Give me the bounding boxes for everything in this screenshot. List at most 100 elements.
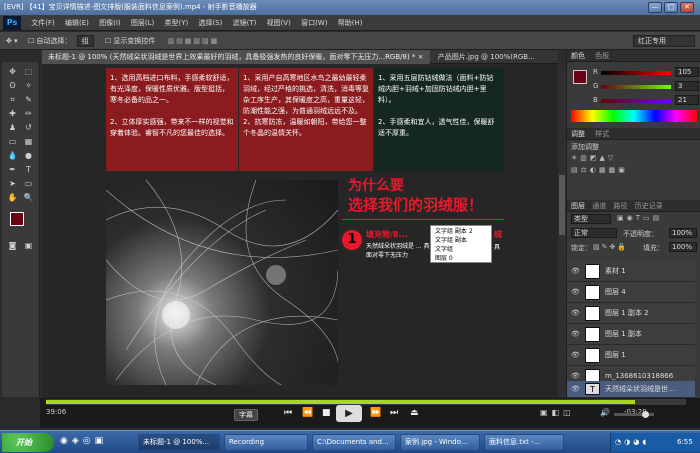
- history-brush-icon[interactable]: ↺: [22, 122, 35, 134]
- brush-tool-icon[interactable]: ✏: [22, 108, 35, 120]
- blue-value-field[interactable]: 21: [675, 95, 699, 105]
- taskbar-item-notepad[interactable]: 面料信息.txt -...: [484, 434, 564, 451]
- canvas-vertical-scrollbar[interactable]: [558, 65, 566, 398]
- minimize-button[interactable]: —: [648, 2, 662, 13]
- layer-row-selected[interactable]: 👁 T 天然绒朵状羽绒是世...: [567, 381, 695, 398]
- tab-product-image[interactable]: 产品图片.jpg @ 100%(RGB...: [432, 50, 541, 64]
- tab-paths[interactable]: 路径: [613, 202, 627, 210]
- quick-mask-icon[interactable]: ◙: [6, 240, 19, 252]
- start-button[interactable]: 开始: [2, 433, 54, 452]
- eject-icon[interactable]: ⏏: [410, 408, 419, 418]
- pen-tool-icon[interactable]: ✒: [6, 164, 19, 176]
- gradient-tool-icon[interactable]: ▦: [22, 136, 35, 148]
- red-slider[interactable]: [601, 71, 671, 75]
- menu-file[interactable]: 文件(F): [31, 15, 55, 31]
- hand-tool-icon[interactable]: ✋: [6, 192, 19, 204]
- lasso-tool-icon[interactable]: ʘ: [6, 80, 19, 92]
- foreground-color-swatch[interactable]: [10, 212, 24, 226]
- crop-tool-icon[interactable]: ⌗: [6, 94, 19, 106]
- menu-select[interactable]: 选择(S): [198, 15, 222, 31]
- menu-window[interactable]: 窗口(W): [301, 15, 327, 31]
- volume-knob[interactable]: [642, 411, 649, 418]
- marquee-tool-icon[interactable]: ⬚: [22, 66, 35, 78]
- eraser-tool-icon[interactable]: ▭: [6, 136, 19, 148]
- layer-row[interactable]: 👁 图层 1 副本 2: [567, 303, 695, 324]
- play-button-icon[interactable]: ▶: [336, 405, 362, 422]
- menu-image[interactable]: 图像(I): [99, 15, 121, 31]
- auto-select-dropdown[interactable]: 组: [76, 35, 94, 47]
- green-slider[interactable]: [601, 85, 671, 89]
- tab-channels[interactable]: 通道: [592, 202, 606, 210]
- workspace-dropdown[interactable]: 红正专用: [633, 35, 695, 47]
- visibility-eye-icon[interactable]: 👁: [571, 345, 580, 366]
- next-icon[interactable]: ⏭: [390, 408, 398, 418]
- tab-layers[interactable]: 图层: [571, 202, 585, 210]
- menu-help[interactable]: 帮助(H): [338, 15, 363, 31]
- quick-launch-icons[interactable]: ◉◈◎▣: [60, 436, 107, 446]
- menu-type[interactable]: 类型(Y): [164, 15, 188, 31]
- visibility-eye-icon[interactable]: 👁: [571, 303, 580, 324]
- move-tool-icon[interactable]: ✥: [6, 66, 19, 78]
- tab-untitled-1[interactable]: 未标题-1 @ 100% (天然绒朵状羽绒是世界上效果最好的羽绒，具备极强发热的…: [42, 50, 430, 64]
- maximize-button[interactable]: □: [664, 2, 678, 13]
- type-tool-icon[interactable]: T: [22, 164, 35, 176]
- scrollbar-thumb[interactable]: [559, 175, 565, 235]
- seek-bar[interactable]: [46, 399, 686, 405]
- shape-tool-icon[interactable]: ▭: [22, 178, 35, 190]
- blend-mode-dropdown[interactable]: 正常: [571, 228, 617, 238]
- visibility-eye-icon[interactable]: 👁: [571, 282, 580, 303]
- color-preview-swatch[interactable]: [573, 70, 587, 84]
- menu-layer[interactable]: 图层(L): [131, 15, 154, 31]
- close-button[interactable]: ✕: [680, 2, 694, 13]
- taskbar-item-explorer[interactable]: C:\Documents and...: [312, 434, 396, 451]
- opacity-field[interactable]: 100%: [669, 228, 697, 238]
- green-value-field[interactable]: 3: [675, 81, 699, 91]
- tab-color[interactable]: 颜色: [571, 52, 585, 60]
- menu-edit[interactable]: 编辑(E): [65, 15, 89, 31]
- tab-adjustments[interactable]: 调整: [571, 130, 585, 138]
- color-spectrum-bar[interactable]: [571, 110, 697, 122]
- prev-icon[interactable]: ⏮: [284, 408, 292, 418]
- blur-tool-icon[interactable]: 💧: [6, 150, 19, 162]
- forward-icon[interactable]: ⏩: [370, 408, 381, 418]
- context-item-text-group[interactable]: 文字组: [435, 245, 487, 254]
- layer-row[interactable]: 👁 图层 1: [567, 345, 695, 366]
- taskbar-item-photoshop[interactable]: 未标题-1 @ 100%...: [138, 434, 220, 451]
- adjustment-icons-row-1[interactable]: ☀▥◩▲▽: [571, 154, 616, 162]
- red-value-field[interactable]: 105: [675, 67, 699, 77]
- auto-select-checkbox[interactable]: ☐: [28, 37, 34, 45]
- eyedropper-icon[interactable]: ✎: [22, 94, 35, 106]
- align-icons[interactable]: ▥▤▦▧▨▩: [168, 37, 220, 45]
- dodge-tool-icon[interactable]: ●: [22, 150, 35, 162]
- subtitle-button[interactable]: 字幕: [234, 409, 258, 421]
- layer-row[interactable]: 👁 图层 4: [567, 282, 695, 303]
- stamp-tool-icon[interactable]: ♟: [6, 122, 19, 134]
- taskbar-item-image-viewer[interactable]: 案例.jpg - Windo...: [400, 434, 480, 451]
- show-transform-checkbox[interactable]: ☐: [105, 37, 111, 45]
- fill-field[interactable]: 100%: [669, 242, 697, 252]
- stop-icon[interactable]: ■: [322, 408, 331, 418]
- context-item-text-group-copy[interactable]: 文字组 副本: [435, 236, 487, 245]
- layer-filter-dropdown[interactable]: 类型: [571, 214, 611, 224]
- tab-styles[interactable]: 样式: [595, 130, 609, 138]
- lock-icons[interactable]: ▨✎✥🔒: [593, 243, 628, 251]
- rewind-icon[interactable]: ⏪: [302, 408, 313, 418]
- player-tool-icons[interactable]: ▣◧◫: [540, 408, 575, 417]
- visibility-eye-icon[interactable]: 👁: [571, 381, 580, 398]
- volume-icon[interactable]: 🔊: [600, 408, 610, 417]
- healing-brush-icon[interactable]: ✚: [6, 108, 19, 120]
- menu-view[interactable]: 视图(V): [267, 15, 291, 31]
- layer-row[interactable]: 👁 素材 1: [567, 261, 695, 282]
- zoom-tool-icon[interactable]: 🔍: [22, 192, 35, 204]
- tab-history[interactable]: 历史记录: [635, 202, 663, 210]
- magic-wand-icon[interactable]: ✧: [22, 80, 35, 92]
- visibility-eye-icon[interactable]: 👁: [571, 324, 580, 345]
- move-tool-icon[interactable]: ✥ ▾: [6, 37, 18, 45]
- context-item-text-group-copy-2[interactable]: 文字组 副本 2: [435, 227, 487, 236]
- blue-slider[interactable]: [601, 99, 671, 103]
- layer-filter-icons[interactable]: ▣◉T▭▤: [617, 214, 662, 222]
- menu-filter[interactable]: 滤镜(T): [233, 15, 257, 31]
- visibility-eye-icon[interactable]: 👁: [571, 261, 580, 282]
- screen-mode-icon[interactable]: ▣: [22, 240, 35, 252]
- volume-slider[interactable]: [614, 411, 654, 418]
